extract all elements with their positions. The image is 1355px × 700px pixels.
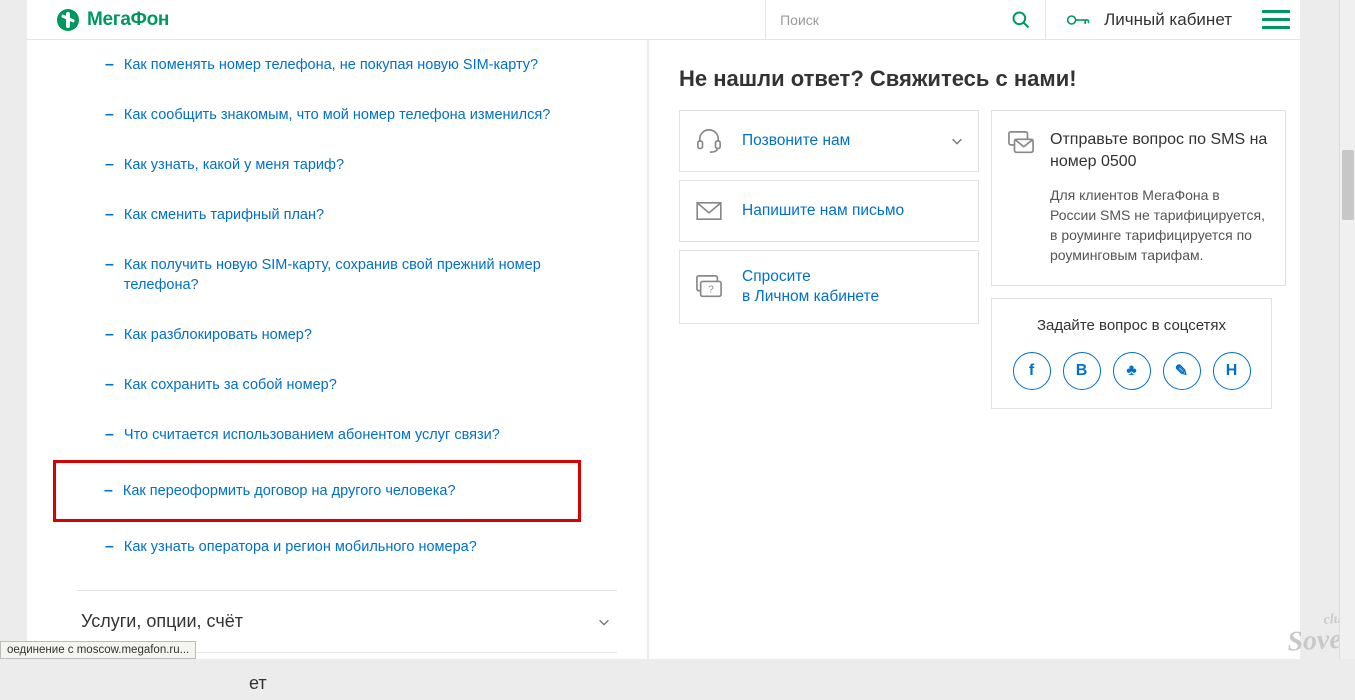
- dash-icon: –: [105, 375, 114, 395]
- faq-link[interactable]: Как узнать, какой у меня тариф?: [124, 155, 344, 175]
- logo-icon: [57, 9, 79, 31]
- dash-icon: –: [105, 425, 114, 445]
- account-label: Личный кабинет: [1104, 10, 1232, 30]
- dash-icon: –: [105, 55, 114, 75]
- social-title: Задайте вопрос в соцсетях: [1008, 317, 1255, 334]
- dash-icon: –: [105, 155, 114, 175]
- faq-list: –Как поменять номер телефона, не покупая…: [77, 40, 617, 572]
- faq-link[interactable]: Как поменять номер телефона, не покупая …: [124, 55, 538, 75]
- chat-question-icon: ?: [694, 273, 724, 301]
- sms-title: Отправьте вопрос по SMS на номер 0500: [1050, 129, 1269, 173]
- mail-icon: [694, 197, 724, 225]
- sms-icon: [1006, 129, 1036, 157]
- chevron-down-icon: [950, 134, 964, 148]
- dash-icon: –: [105, 105, 114, 125]
- header: МегаФон Личный кабинет: [27, 0, 1300, 40]
- search-input[interactable]: [780, 12, 1011, 28]
- ask-account-card[interactable]: ? Спроситев Личном кабинете: [679, 250, 979, 324]
- key-icon: [1066, 11, 1090, 29]
- accordion-partial[interactable]: ет: [77, 653, 617, 700]
- social-button-0[interactable]: f: [1013, 352, 1051, 390]
- scrollbar-thumb[interactable]: [1342, 150, 1354, 220]
- faq-link[interactable]: Что считается использованием абонентом у…: [124, 425, 500, 445]
- social-button-3[interactable]: ✎: [1163, 352, 1201, 390]
- faq-link[interactable]: Как разблокировать номер?: [124, 325, 312, 345]
- faq-link[interactable]: Как сообщить знакомым, что мой номер тел…: [124, 105, 550, 125]
- faq-column: –Как поменять номер телефона, не покупая…: [27, 40, 649, 659]
- social-button-2[interactable]: ♣: [1113, 352, 1151, 390]
- dash-icon: –: [104, 481, 113, 501]
- write-us-label: Напишите нам письмо: [742, 201, 904, 221]
- write-us-card[interactable]: Напишите нам письмо: [679, 180, 979, 242]
- ask-account-label: Спроситев Личном кабинете: [742, 267, 879, 307]
- faq-link[interactable]: Как узнать оператора и регион мобильного…: [124, 537, 477, 557]
- contact-column: Не нашли ответ? Свяжитесь с нами! Позвон…: [649, 40, 1300, 659]
- faq-item[interactable]: –Как узнать, какой у меня тариф?: [77, 140, 617, 190]
- dash-icon: –: [105, 325, 114, 345]
- search-icon[interactable]: [1011, 10, 1031, 30]
- dash-icon: –: [105, 205, 114, 225]
- burger-icon: [1262, 10, 1290, 13]
- accordion-title: Услуги, опции, счёт: [81, 611, 243, 632]
- faq-item[interactable]: –Как получить новую SIM-карту, сохранив …: [77, 240, 617, 310]
- social-button-1[interactable]: В: [1063, 352, 1101, 390]
- headset-icon: [694, 127, 724, 155]
- scrollbar[interactable]: [1339, 0, 1355, 659]
- menu-button[interactable]: [1252, 10, 1300, 29]
- contact-heading: Не нашли ответ? Свяжитесь с нами!: [679, 66, 1300, 92]
- faq-item[interactable]: –Как сохранить за собой номер?: [77, 360, 617, 410]
- social-button-4[interactable]: Н: [1213, 352, 1251, 390]
- logo[interactable]: МегаФон: [27, 9, 765, 31]
- search-box: [765, 0, 1045, 40]
- account-link[interactable]: Личный кабинет: [1045, 0, 1252, 40]
- accordion-title: ет: [81, 673, 267, 694]
- social-card: Задайте вопрос в соцсетях fВ ♣ ✎ Н: [991, 298, 1272, 409]
- faq-item[interactable]: –Как узнать оператора и регион мобильног…: [77, 522, 617, 572]
- logo-text: МегаФон: [87, 9, 169, 31]
- faq-item[interactable]: –Что считается использованием абонентом …: [77, 410, 617, 460]
- faq-item[interactable]: –Как разблокировать номер?: [77, 310, 617, 360]
- dash-icon: –: [105, 537, 114, 557]
- sms-card: Отправьте вопрос по SMS на номер 0500 Дл…: [991, 110, 1286, 286]
- sms-body: Для клиентов МегаФона в России SMS не та…: [1006, 185, 1269, 265]
- faq-item[interactable]: –Как переоформить договор на другого чел…: [53, 460, 581, 522]
- faq-item[interactable]: –Как сменить тарифный план?: [77, 190, 617, 240]
- faq-item[interactable]: –Как сообщить знакомым, что мой номер те…: [77, 90, 617, 140]
- faq-link[interactable]: Как получить новую SIM-карту, сохранив с…: [124, 255, 554, 295]
- faq-item[interactable]: –Как поменять номер телефона, не покупая…: [77, 40, 617, 90]
- status-bar: оединение с moscow.megafon.ru...: [0, 641, 196, 659]
- call-us-label: Позвоните нам: [742, 131, 850, 151]
- social-row: fВ ♣ ✎ Н: [1008, 352, 1255, 390]
- dash-icon: –: [105, 255, 114, 275]
- chevron-down-icon: [597, 615, 611, 629]
- call-us-card[interactable]: Позвоните нам: [679, 110, 979, 172]
- svg-text:?: ?: [708, 285, 714, 296]
- faq-link[interactable]: Как сменить тарифный план?: [124, 205, 324, 225]
- faq-link[interactable]: Как переоформить договор на другого чело…: [123, 481, 456, 501]
- faq-link[interactable]: Как сохранить за собой номер?: [124, 375, 337, 395]
